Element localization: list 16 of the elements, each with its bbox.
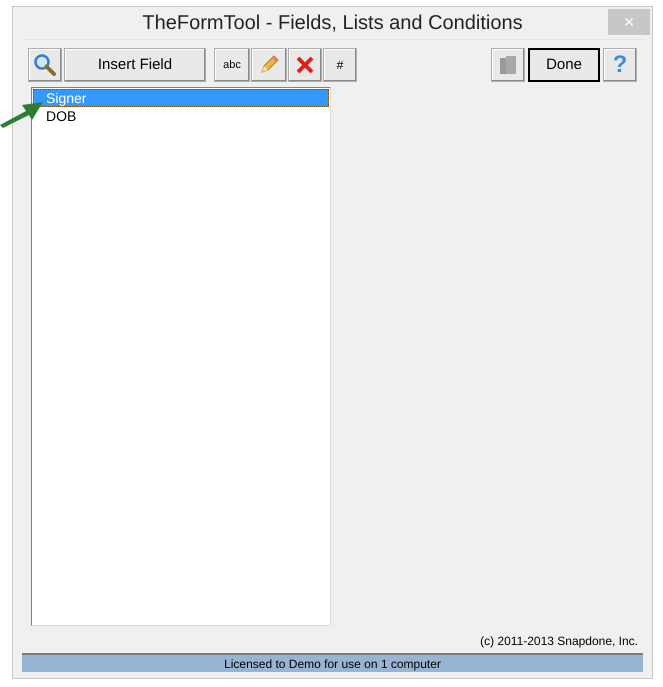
list-item[interactable]: DOB xyxy=(33,107,329,125)
status-bar: Licensed to Demo for use on 1 computer xyxy=(22,653,643,672)
search-icon xyxy=(33,53,57,77)
search-button[interactable] xyxy=(28,48,62,82)
delete-button[interactable] xyxy=(288,48,322,82)
edit-button[interactable] xyxy=(251,48,287,82)
done-button[interactable]: Done xyxy=(528,48,600,82)
number-button[interactable]: # xyxy=(323,48,357,82)
insert-field-button[interactable]: Insert Field xyxy=(64,48,206,82)
copyright-text: (c) 2011-2013 Snapdone, Inc. xyxy=(480,633,638,650)
window-title: TheFormTool - Fields, Lists and Conditions xyxy=(142,11,523,36)
documents-icon xyxy=(497,54,519,76)
close-icon xyxy=(295,55,315,75)
abc-button[interactable]: abc xyxy=(214,48,250,82)
pencil-icon xyxy=(258,54,280,76)
copy-button[interactable] xyxy=(491,48,525,82)
